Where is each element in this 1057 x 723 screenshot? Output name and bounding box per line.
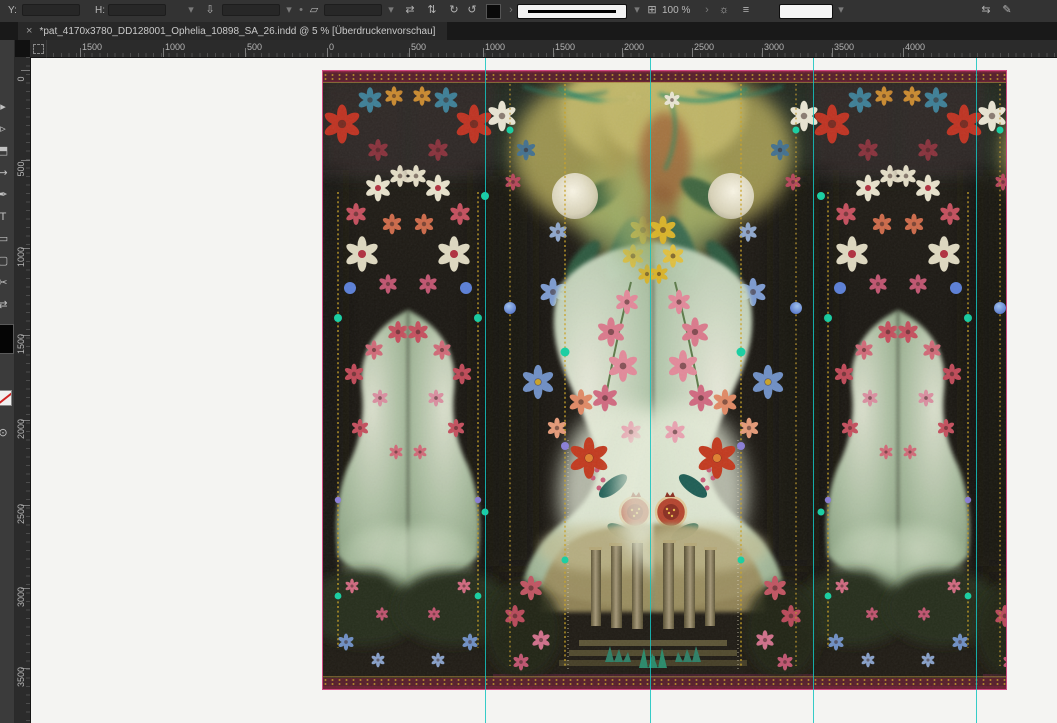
rotate-ccw-icon[interactable]: ↺ [464,2,480,19]
stroke-grid-icon[interactable]: ⊞ [644,2,660,19]
ruler-tick [622,48,623,57]
effects-icon[interactable]: ☼ [716,2,732,19]
chevron-down-icon[interactable]: ▾ [383,2,399,19]
ruler-tick-label: 0 [16,57,26,101]
document-page[interactable] [322,70,1007,690]
ruler-tick [692,48,693,57]
document-title: *pat_4170x3780_DD128001_Ophelia_10898_SA… [39,26,435,37]
ruler-tick [327,48,328,57]
ruler-tick-label: 500 [247,42,262,52]
page-tool-icon[interactable]: ⬒ [0,144,13,158]
ruler-tick-label: 3500 [16,655,26,699]
ruler-tick-label: 500 [16,147,26,191]
ruler-tick-label: 2500 [694,42,714,52]
shear-icon[interactable]: ▱ [306,2,322,19]
ruler-tick-label: 1500 [555,42,575,52]
rectangle-tool-icon[interactable]: ▢ [0,254,13,268]
type-tool-icon[interactable]: T [0,210,13,224]
stroke-line [528,10,616,13]
y-field-label: Y: [8,5,17,16]
artwork-image[interactable] [322,70,1007,690]
ruler-tick-label: 3000 [16,575,26,619]
ruler-tick-label: 4000 [905,42,925,52]
ruler-tick-label: 3500 [834,42,854,52]
options-toolbar: Y: H: ▾ ⇩ ▾ • ▱ ▾ ⇄ ⇅ ↻ ↺ › ▾ ⊞ 100 % › … [0,0,1057,23]
ruler-tick [553,48,554,57]
stroke-style-dropdown[interactable] [517,4,627,19]
ruler-tick-label: 2000 [16,407,26,451]
guide-line[interactable] [976,57,977,723]
h-field[interactable] [108,4,166,16]
ruler-tick-label: 2000 [624,42,644,52]
ruler-tick-label: 1500 [82,42,102,52]
ruler-tick [409,48,410,57]
tools-panel: ▸ ▹ ⬒ ↦ ✒ T ▭ ▢ ✂ ⇄ ⊙ [0,40,15,723]
ruler-tick [163,48,164,57]
flip-vertical-icon[interactable]: ⇅ [424,2,440,19]
ruler-tick [903,48,904,57]
fill-swatch-black[interactable] [486,4,501,19]
boxed-down-arrow-icon[interactable]: ⇩ [202,2,218,19]
direct-selection-tool-icon[interactable]: ▹ [0,122,13,136]
scissors-tool-icon[interactable]: ✂ [0,276,13,290]
guide-line[interactable] [650,57,651,723]
expander-icon[interactable]: › [699,2,715,19]
close-icon[interactable]: × [26,22,32,40]
guide-line[interactable] [485,57,486,723]
horizontal-ruler[interactable]: 1500 1000 500 0 500 1000 1500 2000 2500 3000 3500 4… [30,40,1057,58]
ruler-tick [762,48,763,57]
ruler-tick [245,48,246,57]
h-field-label: H: [95,5,105,16]
frame-tool-icon[interactable]: ▭ [0,232,13,246]
scale-field[interactable] [222,4,280,16]
document-tab-bar: × *pat_4170x3780_DD128001_Ophelia_10898_… [0,22,1057,40]
selection-tool-icon[interactable]: ▸ [0,100,13,114]
shear-field[interactable] [324,4,382,16]
flip-horizontal-icon[interactable]: ⇄ [402,2,418,19]
ruler-tick-label: 1000 [165,42,185,52]
edit-original-icon[interactable]: ✎ [999,2,1015,19]
ruler-tick-label: 3000 [764,42,784,52]
vertical-ruler[interactable]: 0 500 1000 1500 2000 2500 3000 3500 [14,57,31,723]
ruler-tick-label: 500 [411,42,426,52]
free-transform-tool-icon[interactable]: ⇄ [0,298,13,312]
ruler-tick [483,48,484,57]
fill-color-dropdown[interactable] [779,4,833,19]
ruler-tick [80,48,81,57]
gap-tool-icon[interactable]: ↦ [0,166,13,180]
document-tab[interactable]: × *pat_4170x3780_DD128001_Ophelia_10898_… [18,22,447,40]
pen-tool-icon[interactable]: ✒ [0,188,13,202]
align-icon[interactable]: ≡ [738,2,754,19]
ruler-tick-label: 1500 [16,322,26,366]
ruler-tick-label: 0 [329,42,334,52]
chevron-down-icon[interactable]: ▾ [833,2,849,19]
chevron-down-icon[interactable]: ▾ [629,2,645,19]
fill-proxy-swatch[interactable] [0,324,14,354]
ruler-tick-label: 1000 [485,42,505,52]
swap-panels-icon[interactable]: ⇆ [978,2,994,19]
ruler-tick-label: 2500 [16,492,26,536]
pasteboard[interactable] [30,57,1057,723]
ruler-tick-label: 1000 [16,235,26,279]
y-field[interactable] [22,4,80,16]
ruler-tick [832,48,833,57]
chevron-down-icon[interactable]: ▾ [183,2,199,19]
ruler-origin-box[interactable] [30,40,47,58]
zoom-tool-icon[interactable]: ⊙ [0,426,13,440]
opacity-value[interactable]: 100 % [662,5,690,16]
stroke-proxy-swatch[interactable] [0,390,12,406]
rotate-cw-icon[interactable]: ↻ [446,2,462,19]
guide-line[interactable] [813,57,814,723]
